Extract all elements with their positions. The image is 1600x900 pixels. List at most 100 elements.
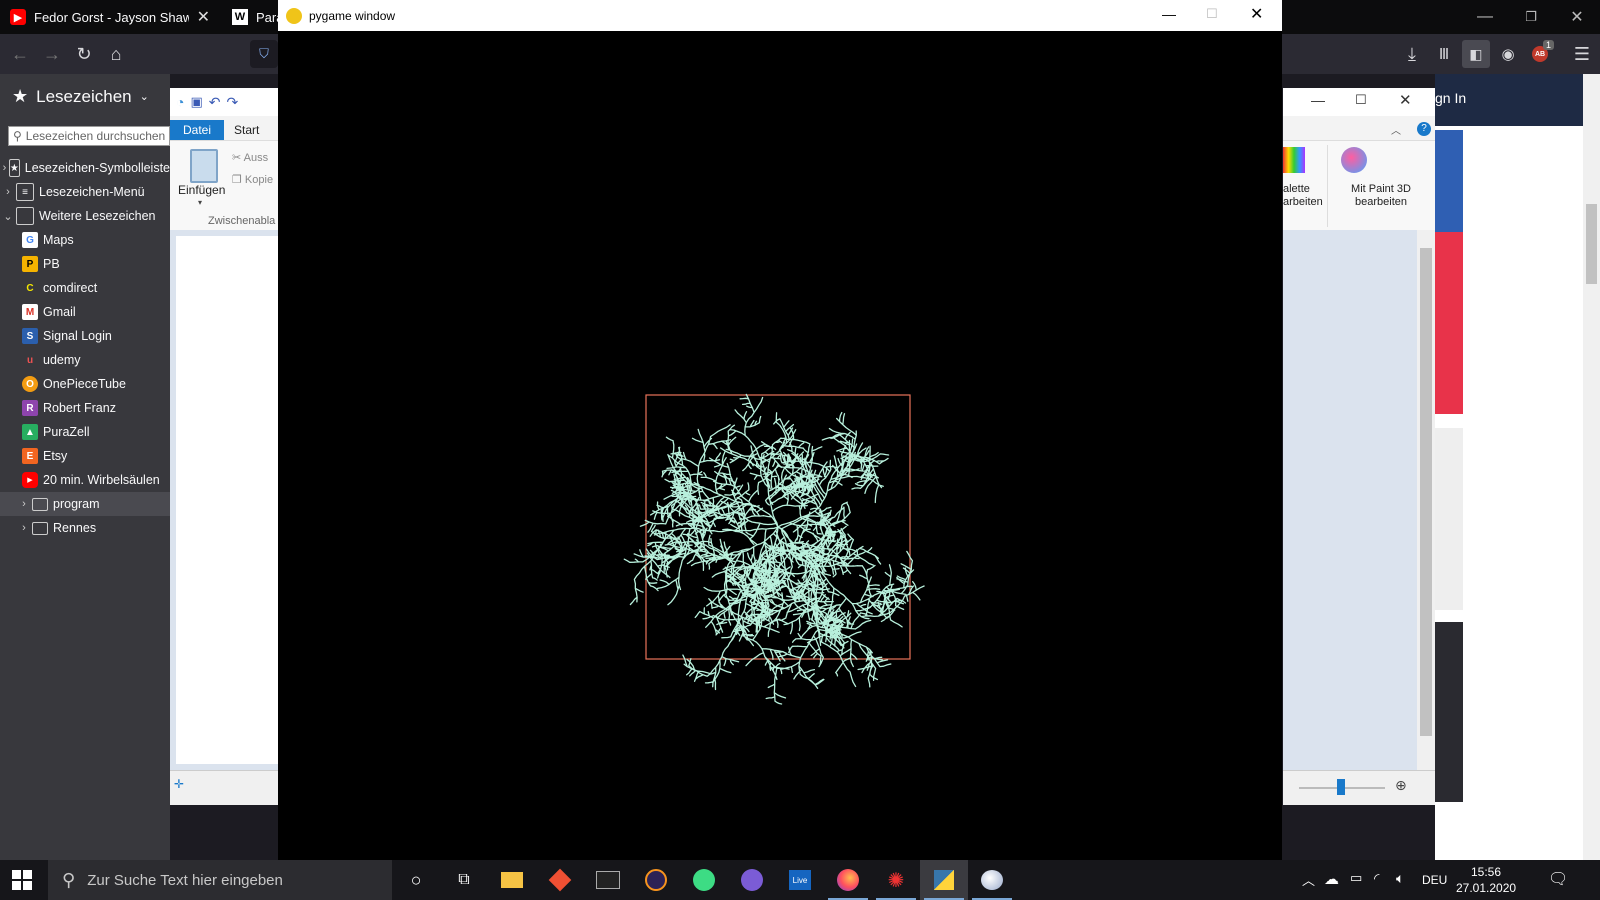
zoom-slider-thumb[interactable] xyxy=(1337,779,1345,795)
account-icon[interactable]: ◉ xyxy=(1494,40,1522,68)
color-palette-icon[interactable] xyxy=(1283,147,1305,173)
redo-icon[interactable]: ↷ xyxy=(227,94,239,111)
back-icon[interactable]: ← xyxy=(6,40,34,68)
bookmark-item[interactable]: ▲ PuraZell xyxy=(0,420,170,444)
browser-tab[interactable]: ▶ Fedor Gorst - Jayson Shaw | Der ✕ xyxy=(0,0,218,34)
windows-taskbar: ⚲ Zur Suche Text hier eingeben ○ ⧉ Live … xyxy=(0,860,1600,900)
wifi-icon[interactable]: ◜ xyxy=(1374,870,1379,887)
bookmark-item[interactable]: E Etsy xyxy=(0,444,170,468)
pygame-canvas[interactable] xyxy=(278,31,1282,860)
paint-statusbar: ✛ xyxy=(170,770,278,805)
home-icon[interactable]: ⌂ xyxy=(102,40,130,68)
paint3d-button[interactable]: Mit Paint 3D bearbeiten xyxy=(1333,183,1429,209)
bookmark-item[interactable]: S Signal Login xyxy=(0,324,170,348)
onedrive-icon[interactable]: ☁ xyxy=(1324,870,1339,888)
taskbar-search-input[interactable]: ⚲ Zur Suche Text hier eingeben xyxy=(48,860,392,900)
dropdown-arrow-icon[interactable]: ▾ xyxy=(198,198,202,207)
python-icon[interactable] xyxy=(920,860,968,900)
sidebar-toggle-icon[interactable]: ◧ xyxy=(1462,40,1490,68)
site-image xyxy=(1435,622,1463,802)
bookmark-folder[interactable]: › ★ Lesezeichen-Symbolleiste xyxy=(0,156,170,180)
paint-icon[interactable] xyxy=(968,860,1016,900)
url-bar[interactable]: ⛉ xyxy=(250,40,278,68)
close-icon[interactable]: ✕ xyxy=(1554,0,1600,34)
cortana-icon[interactable]: ○ xyxy=(392,860,440,900)
help-icon[interactable]: ? xyxy=(1417,122,1431,136)
bookmark-folder[interactable]: › Rennes xyxy=(0,516,170,540)
notifications-icon[interactable]: 🗨︎ xyxy=(1548,869,1568,889)
minimize-icon[interactable]: — xyxy=(1462,0,1508,34)
file-explorer-icon[interactable] xyxy=(488,860,536,900)
maximize-icon[interactable]: ☐ xyxy=(1355,92,1367,108)
browser-tab[interactable]: W Para xyxy=(222,0,278,34)
robert-franz-icon: R xyxy=(22,400,38,416)
clipboard-icon[interactable] xyxy=(190,149,218,183)
sign-in-link[interactable]: gn In xyxy=(1435,90,1466,106)
tab-start[interactable]: Start xyxy=(234,120,259,140)
bookmark-item[interactable]: u udemy xyxy=(0,348,170,372)
spider-app-icon[interactable]: ✺ xyxy=(872,860,920,900)
dla-fractal xyxy=(623,393,925,705)
scrollbar-thumb[interactable] xyxy=(1420,248,1432,736)
git-icon[interactable] xyxy=(536,860,584,900)
library-icon[interactable]: Ⅲ xyxy=(1430,40,1458,68)
firefox-icon[interactable] xyxy=(824,860,872,900)
wikipedia-icon: W xyxy=(232,9,248,25)
terminal-icon[interactable] xyxy=(584,860,632,900)
cut-button[interactable]: ✂ Auss xyxy=(232,151,268,164)
ableton-live-icon[interactable]: Live xyxy=(776,860,824,900)
paint-titlebar: — ☐ ✕ xyxy=(1283,88,1435,116)
etsy-icon: E xyxy=(22,448,38,464)
eclipse-icon[interactable] xyxy=(632,860,680,900)
restore-icon[interactable]: ❐ xyxy=(1508,0,1554,34)
forward-icon[interactable]: → xyxy=(38,40,66,68)
save-icon[interactable]: ▣ xyxy=(190,94,202,110)
undo-icon[interactable]: ↶ xyxy=(209,94,221,111)
bookmark-folder[interactable]: › ≡ Lesezeichen-Menü xyxy=(0,180,170,204)
menu-icon[interactable]: ☰ xyxy=(1568,40,1596,68)
edit-colors-button[interactable]: alette arbeiten xyxy=(1283,183,1323,209)
bookmark-folder[interactable]: › program xyxy=(0,492,170,516)
bookmark-item[interactable]: P PB xyxy=(0,252,170,276)
close-icon[interactable]: ✕ xyxy=(1250,4,1263,24)
volume-icon[interactable]: 🔈︎ xyxy=(1396,870,1404,887)
bookmark-item[interactable]: M Gmail xyxy=(0,300,170,324)
bookmark-item[interactable]: O OnePieceTube xyxy=(0,372,170,396)
reload-icon[interactable]: ↻ xyxy=(70,40,98,68)
paint-canvas[interactable] xyxy=(176,236,278,764)
bookmark-item[interactable]: R Robert Franz xyxy=(0,396,170,420)
paste-button[interactable]: Einfügen xyxy=(178,183,225,197)
collapse-ribbon-icon[interactable]: ︿ xyxy=(1391,122,1401,137)
bookmark-folder[interactable]: ⌄ Weitere Lesezeichen xyxy=(0,204,170,228)
folder-icon xyxy=(32,497,48,511)
download-icon[interactable]: ⤓ xyxy=(1398,40,1426,68)
battery-icon[interactable]: ▭ xyxy=(1350,870,1362,886)
copy-button[interactable]: ❐ Kopie xyxy=(232,173,273,186)
bookmark-search-input[interactable]: ⚲ Lesezeichen durchsuchen xyxy=(8,126,170,146)
clock[interactable]: 15:56 27.01.2020 xyxy=(1456,864,1516,896)
sidebar-header[interactable]: ★ Lesezeichen ⌄ xyxy=(12,86,149,107)
clock-time: 15:56 xyxy=(1470,865,1502,879)
zoom-in-icon[interactable]: ⊕ xyxy=(1395,777,1407,794)
tab-file[interactable]: Datei xyxy=(170,120,224,140)
minimize-icon[interactable]: — xyxy=(1311,92,1325,108)
scrollbar-thumb[interactable] xyxy=(1586,204,1597,284)
chevron-up-icon[interactable]: ︿ xyxy=(1302,870,1315,889)
close-icon[interactable]: ✕ xyxy=(1399,91,1412,109)
android-studio-icon[interactable] xyxy=(680,860,728,900)
page-vscrollbar[interactable] xyxy=(1583,74,1600,860)
input-language[interactable]: DEU xyxy=(1422,873,1447,887)
task-view-icon[interactable]: ⧉ xyxy=(440,860,488,900)
bookmark-item[interactable]: ▶ 20 min. Wirbelsäulen xyxy=(0,468,170,492)
bookmark-item[interactable]: G Maps xyxy=(0,228,170,252)
maximize-icon[interactable]: ☐ xyxy=(1206,6,1218,22)
copy-label: Kopie xyxy=(244,174,274,186)
close-icon[interactable]: ✕ xyxy=(197,7,210,27)
paint-vscrollbar[interactable] xyxy=(1417,230,1435,770)
start-button[interactable] xyxy=(12,870,32,890)
adblock-icon[interactable]: AB 1 xyxy=(1526,40,1554,68)
paint3d-icon[interactable] xyxy=(1341,147,1367,173)
minimize-icon[interactable]: — xyxy=(1162,6,1176,22)
bookmark-item[interactable]: Ccomdirect xyxy=(0,276,170,300)
discord-icon[interactable] xyxy=(728,860,776,900)
